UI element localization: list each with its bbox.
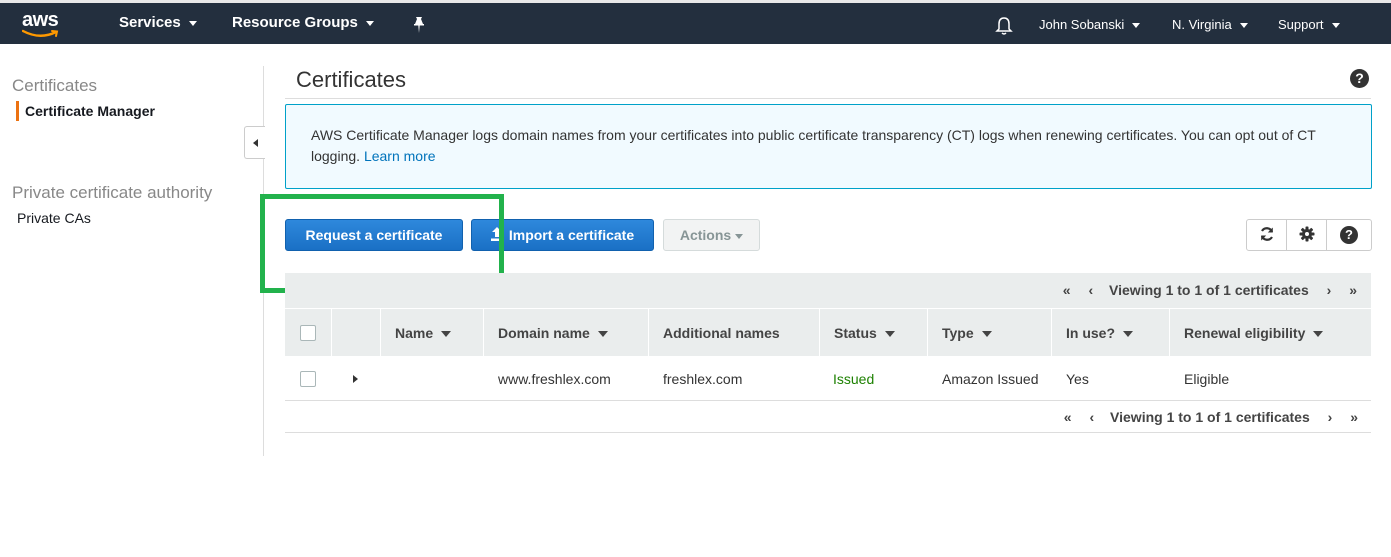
sort-down-icon [1123,331,1134,338]
next-page-icon[interactable]: › [1328,409,1333,425]
chevron-down-icon [188,20,197,26]
title-divider [285,98,1371,99]
import-certificate-button[interactable]: Import a certificate [471,219,654,251]
column-additional-label: Additional names [663,325,780,341]
services-label: Services [119,14,181,31]
chevron-down-icon [735,233,744,239]
sidebar-item-private-cas[interactable]: Private CAs [17,210,91,226]
request-certificate-button[interactable]: Request a certificate [285,219,463,251]
column-name-label: Name [395,325,434,341]
row-checkbox[interactable] [300,371,316,387]
column-additional-names: Additional names [648,309,819,357]
column-domain-label: Domain name [498,325,590,341]
actions-dropdown[interactable]: Actions [663,219,760,251]
next-page-icon[interactable]: › [1327,282,1332,298]
column-domain-name[interactable]: Domain name [483,309,648,357]
chevron-down-icon [1239,23,1248,29]
sidebar-item-certificate-manager[interactable]: Certificate Manager [16,101,155,121]
cell-renewal-eligibility: Eligible [1184,371,1230,387]
prev-page-icon[interactable]: ‹ [1088,282,1093,298]
request-certificate-label: Request a certificate [305,227,443,243]
sort-down-icon [884,331,895,338]
cell-type: Amazon Issued [942,371,1039,387]
top-navigation-bar: aws Services Resource Groups John Sobans… [0,0,1391,44]
column-status[interactable]: Status [819,309,927,357]
cell-additional-names: freshlex.com [663,371,743,387]
pager-bottom: « ‹ Viewing 1 to 1 of 1 certificates › » [1064,409,1358,425]
column-status-label: Status [834,325,877,341]
cell-domain-name: www.freshlex.com [498,371,611,387]
resource-groups-label: Resource Groups [232,14,358,31]
chevron-left-icon [253,139,258,147]
sidebar-section-certificates: Certificates [12,76,98,95]
refresh-icon [1260,227,1273,241]
sort-down-icon [981,331,992,338]
import-certificate-label: Import a certificate [508,227,635,243]
resource-groups-menu[interactable]: Resource Groups [232,14,374,31]
info-text: AWS Certificate Manager logs domain name… [311,127,1316,164]
help-icon: ? [1340,225,1358,244]
column-renewal-label: Renewal eligibility [1184,325,1306,341]
column-expand [331,309,380,357]
column-type-label: Type [942,325,974,341]
services-menu[interactable]: Services [119,14,197,31]
refresh-button[interactable] [1246,219,1287,251]
table-help-button[interactable]: ? [1326,219,1372,251]
bell-icon[interactable] [995,16,1013,36]
sidebar-section-private-ca: Private certificate authority [12,183,213,202]
pin-icon[interactable] [411,16,427,34]
chevron-down-icon [365,20,374,26]
ct-logging-info-box: AWS Certificate Manager logs domain name… [285,104,1372,189]
expand-row-icon[interactable] [353,375,358,383]
actions-label: Actions [679,227,732,243]
user-name: John Sobanski [1039,17,1125,32]
last-page-icon[interactable]: » [1349,282,1357,298]
learn-more-link[interactable]: Learn more [364,148,436,164]
column-renewal-eligibility[interactable]: Renewal eligibility [1169,309,1371,357]
upload-icon [490,227,503,241]
chevron-down-icon [1132,23,1141,29]
settings-button[interactable] [1286,219,1327,251]
sort-down-icon [597,331,608,338]
support-label: Support [1278,17,1324,32]
first-page-icon[interactable]: « [1063,282,1071,298]
prev-page-icon[interactable]: ‹ [1089,409,1094,425]
column-type[interactable]: Type [927,309,1051,357]
column-in-use[interactable]: In use? [1051,309,1169,357]
first-page-icon[interactable]: « [1064,409,1072,425]
aws-logo[interactable]: aws [20,9,66,41]
pager-text: Viewing 1 to 1 of 1 certificates [1109,282,1309,298]
column-in-use-label: In use? [1066,325,1116,341]
pager-top: « ‹ Viewing 1 to 1 of 1 certificates › » [1063,282,1357,298]
region-menu[interactable]: N. Virginia [1172,17,1248,32]
help-icon[interactable]: ? [1350,69,1369,88]
column-name[interactable]: Name [380,309,483,357]
table-row[interactable]: www.freshlex.com freshlex.com Issued Ama… [285,357,1371,401]
table-pager-bar: « ‹ Viewing 1 to 1 of 1 certificates › » [285,273,1371,308]
sidebar-divider [263,66,264,456]
table-header: Name Domain name Additional names Status… [285,308,1371,357]
sort-down-icon [441,331,452,338]
table-bottom-divider [285,432,1371,433]
select-all-checkbox[interactable] [300,325,316,341]
last-page-icon[interactable]: » [1350,409,1358,425]
cell-in-use: Yes [1066,371,1089,387]
user-menu[interactable]: John Sobanski [1039,17,1141,32]
page-title: Certificates [296,67,407,92]
pager-text: Viewing 1 to 1 of 1 certificates [1110,409,1310,425]
sidebar-collapse-button[interactable] [244,126,265,159]
sort-down-icon [1313,331,1324,338]
chevron-down-icon [1331,23,1340,29]
aws-smile-icon [22,29,59,37]
cell-status: Issued [833,371,875,387]
gear-icon [1299,226,1314,242]
region-name: N. Virginia [1172,17,1232,32]
support-menu[interactable]: Support [1278,17,1340,32]
